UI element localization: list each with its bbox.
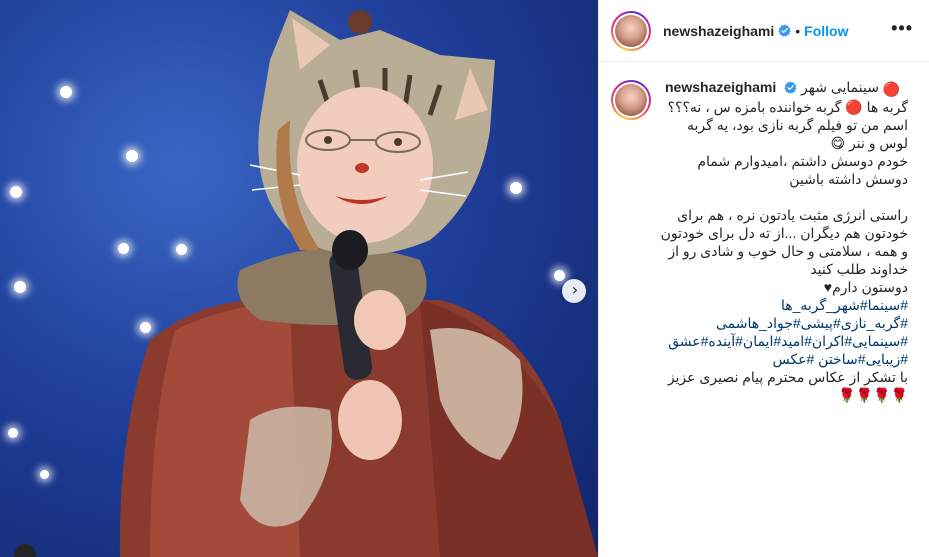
caption-line: گربه ها 🔴 گربه خواننده بامزه س ، نه؟؟؟ (667, 99, 908, 115)
hashtag-line[interactable]: #سینما#شهر_گربه_ها (665, 296, 908, 314)
author-avatar[interactable] (611, 10, 651, 51)
verified-badge-icon (784, 81, 797, 94)
caption-line: و همه ، سلامتی و حال خوب و شادی رو از (668, 243, 908, 259)
caption-line: دوستون دارم♥ (823, 279, 908, 295)
caption-comment: newshazeighami سینمایی شهر 🔴 گربه ها 🔴 گ… (599, 62, 929, 404)
hashtag-line[interactable]: #زیبایی#ساختن #عکس (665, 350, 908, 368)
author-username[interactable]: newshazeighami (663, 23, 774, 39)
post-header: newshazeighami • Follow ••• (599, 0, 929, 62)
post-media[interactable]: › (0, 0, 598, 557)
caption-line: خودم دوسش داشتم ،امیدوارم شمام (697, 153, 908, 169)
caption-line: لوس و ننر 😋 (830, 135, 908, 151)
separator-dot: • (795, 22, 801, 39)
caption-body: newshazeighami سینمایی شهر 🔴 گربه ها 🔴 گ… (660, 78, 908, 404)
caption-line: راستی انرژی مثبت یادتون نره ، هم برای (677, 207, 908, 223)
caption-text: گربه ها 🔴 گربه خواننده بامزه س ، نه؟؟؟ ا… (660, 98, 908, 404)
hashtag-line[interactable]: #گربه_نازی#پیشی#جواد_هاشمی (665, 314, 908, 332)
caption-line: خودتون هم دیگران ...از ته دل برای خودتون (660, 225, 908, 241)
caption-first-line: سینمایی شهر (801, 79, 879, 95)
next-photo-button[interactable]: › (562, 279, 586, 303)
more-options-icon[interactable]: ••• (891, 19, 913, 43)
caption-line: دوسش داشته باشین (789, 171, 908, 187)
photographer-credit: با تشکر از عکاس محترم پیام نصیری عزیز (667, 369, 908, 385)
performer-photo (119, 10, 598, 557)
caption-username[interactable]: newshazeighami (665, 79, 776, 95)
rose-emojis: 🌹🌹🌹🌹 (838, 387, 908, 403)
caption-line: خداوند طلب کنید (810, 261, 908, 277)
post-side-panel: newshazeighami • Follow ••• newshazeigha… (598, 0, 929, 557)
verified-badge-icon (778, 24, 791, 37)
red-circle-icon: 🔴 (882, 81, 901, 97)
chevron-right-icon: › (571, 280, 579, 299)
follow-button[interactable]: Follow (804, 23, 848, 39)
caption-line: اسم من تو فیلم گربه نازی بود، یه گربه (687, 117, 908, 133)
author-avatar[interactable] (611, 80, 651, 120)
hashtag-line[interactable]: #سینمایی#اکران#امید#ایمان#آینده#عشق (665, 332, 908, 350)
